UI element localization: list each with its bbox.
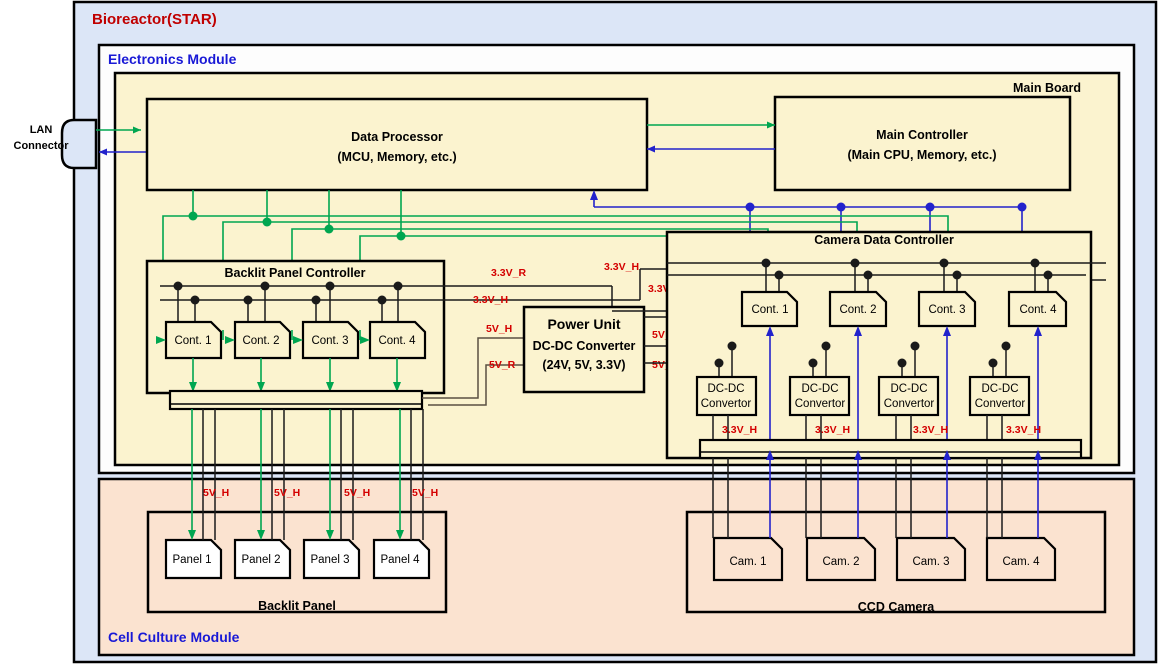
bioreactor-block-diagram: Bioreactor(STAR) Electronics Module Cell…	[0, 0, 1158, 664]
main-controller-label-line1: Main Controller	[876, 128, 968, 142]
camera-controller-1[interactable]: Cont. 1	[740, 290, 799, 328]
backlit-panel-controller-label: Backlit Panel Controller	[224, 266, 365, 280]
data-processor-label-line2: (MCU, Memory, etc.)	[337, 150, 456, 164]
backlit-controller-4[interactable]: Cont. 4	[368, 320, 427, 360]
main-controller-label-line2: (Main CPU, Memory, etc.)	[847, 148, 996, 162]
camera-controller-3-label: Cont. 3	[928, 304, 965, 316]
camera-4-label: Cam. 4	[1002, 556, 1040, 568]
camera-2[interactable]: Cam. 2	[805, 536, 877, 582]
backlit-panel-label: Backlit Panel	[258, 599, 336, 613]
camera-3[interactable]: Cam. 3	[895, 536, 967, 582]
dcdc-converter-3-label-line2: Convertor	[884, 398, 935, 410]
lan-connector-label-line1: LAN	[30, 124, 53, 136]
dcdc-converter-4[interactable]: DC-DC Convertor	[968, 375, 1031, 417]
voltage-label-power-left-2: 3.3V_H	[473, 294, 508, 306]
voltage-label-dcdc-out-4: 3.3V_H	[1006, 424, 1041, 436]
camera-controller-1-label: Cont. 1	[751, 304, 788, 316]
backlit-connector-bus	[168, 389, 424, 411]
panel-3-label: Panel 3	[310, 554, 349, 566]
backlit-controller-2-label: Cont. 2	[242, 335, 279, 347]
backlit-controller-2[interactable]: Cont. 2	[233, 320, 292, 360]
backlit-controller-3-label: Cont. 3	[311, 335, 348, 347]
cell-culture-module-label: Cell Culture Module	[108, 629, 240, 645]
voltage-label-panel-2: 5V_H	[274, 487, 300, 499]
camera-2-label: Cam. 2	[822, 556, 859, 568]
main-board-label: Main Board	[1013, 81, 1081, 95]
panel-4[interactable]: Panel 4	[372, 538, 431, 580]
diagram-root: Bioreactor(STAR) Electronics Module Cell…	[0, 0, 1158, 664]
dcdc-converter-2[interactable]: DC-DC Convertor	[788, 375, 851, 417]
dcdc-converter-2-label-line2: Convertor	[795, 398, 846, 410]
camera-data-controller-label: Camera Data Controller	[814, 233, 954, 247]
panel-1-label: Panel 1	[172, 554, 211, 566]
camera-controller-3[interactable]: Cont. 3	[917, 290, 977, 328]
voltage-label-power-left-1: 3.3V_R	[491, 267, 526, 279]
camera-controller-2-label: Cont. 2	[839, 304, 876, 316]
voltage-label-power-left-3: 5V_H	[486, 323, 512, 335]
dcdc-converter-1[interactable]: DC-DC Convertor	[695, 375, 758, 417]
dcdc-converter-3-label-line1: DC-DC	[890, 383, 927, 395]
power-unit-label-line1: Power Unit	[547, 316, 620, 332]
page-title: Bioreactor(STAR)	[92, 11, 217, 28]
backlit-controller-1[interactable]: Cont. 1	[164, 320, 223, 360]
data-processor-label-line1: Data Processor	[351, 130, 443, 144]
panel-2-label: Panel 2	[241, 554, 280, 566]
voltage-label-panel-3: 5V_H	[344, 487, 370, 499]
camera-3-label: Cam. 3	[912, 556, 949, 568]
data-processor-block[interactable]	[145, 97, 649, 192]
voltage-label-power-right-1: 3.3V_H	[604, 261, 639, 273]
panel-2[interactable]: Panel 2	[233, 538, 292, 580]
dcdc-converter-3[interactable]: DC-DC Convertor	[877, 375, 940, 417]
dcdc-converter-2-label-line1: DC-DC	[801, 383, 838, 395]
backlit-controller-4-label: Cont. 4	[378, 335, 416, 347]
camera-controller-4-label: Cont. 4	[1019, 304, 1057, 316]
backlit-controller-3[interactable]: Cont. 3	[301, 320, 360, 360]
camera-1[interactable]: Cam. 1	[712, 536, 784, 582]
voltage-label-panel-1: 5V_H	[203, 487, 229, 499]
dcdc-converter-1-label-line1: DC-DC	[707, 383, 744, 395]
camera-controller-2[interactable]: Cont. 2	[828, 290, 888, 328]
panel-3[interactable]: Panel 3	[302, 538, 361, 580]
ccd-camera-label: CCD Camera	[858, 600, 935, 614]
voltage-label-dcdc-out-2: 3.3V_H	[815, 424, 850, 436]
dcdc-converter-1-label-line2: Convertor	[701, 398, 752, 410]
camera-4[interactable]: Cam. 4	[985, 536, 1057, 582]
voltage-label-dcdc-out-1: 3.3V_H	[722, 424, 757, 436]
backlit-controller-1-label: Cont. 1	[174, 335, 211, 347]
lan-connector-label-line2: Connector	[14, 140, 70, 152]
camera-connector-bus	[698, 438, 1083, 460]
panel-4-label: Panel 4	[380, 554, 420, 566]
voltage-label-dcdc-out-3: 3.3V_H	[913, 424, 948, 436]
camera-controller-4[interactable]: Cont. 4	[1007, 290, 1068, 328]
power-unit-label-line2: DC-DC Converter	[533, 339, 636, 353]
power-unit-label-line3: (24V, 5V, 3.3V)	[542, 358, 625, 372]
main-controller-block[interactable]	[773, 95, 1072, 192]
dcdc-converter-4-label-line2: Convertor	[975, 398, 1026, 410]
dcdc-converter-4-label-line1: DC-DC	[981, 383, 1018, 395]
voltage-label-panel-4: 5V_H	[412, 487, 438, 499]
electronics-module-label: Electronics Module	[108, 51, 237, 67]
panel-1[interactable]: Panel 1	[164, 538, 223, 580]
camera-1-label: Cam. 1	[729, 556, 766, 568]
voltage-label-power-left-4: 5V_R	[489, 359, 516, 371]
